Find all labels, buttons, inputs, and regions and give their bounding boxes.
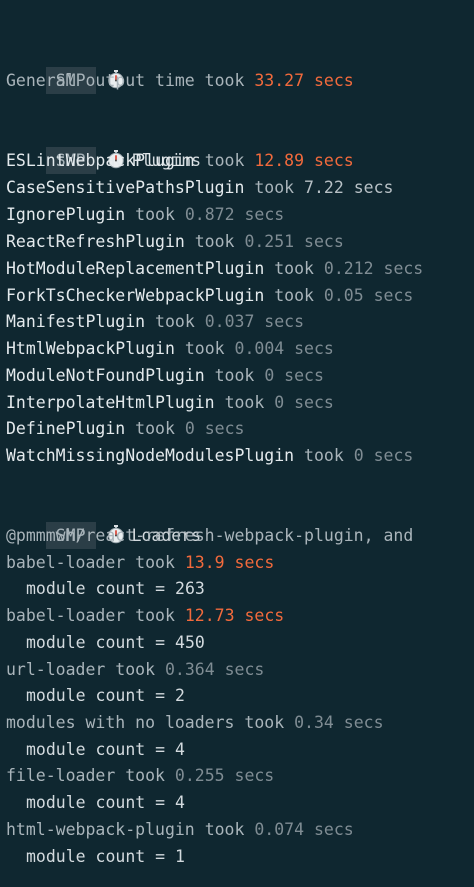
plugin-name: DefinePlugin bbox=[6, 419, 126, 438]
plugin-name: HotModuleReplacementPlugin bbox=[6, 259, 265, 278]
took-label: took bbox=[274, 286, 314, 305]
loader-row: babel-loader took 12.73 secs bbox=[6, 602, 284, 629]
module-count: module count = 263 bbox=[26, 575, 205, 602]
took-label: took bbox=[125, 766, 165, 785]
plugin-row: ManifestPlugin took 0.037 secs bbox=[6, 308, 304, 335]
took-label: took bbox=[194, 232, 235, 251]
plugin-time: 0.872 secs bbox=[184, 205, 285, 224]
loaders-preface: @pmmmwh/react-refresh-webpack-plugin, an… bbox=[6, 522, 413, 549]
module-count: module count = 4 bbox=[26, 789, 185, 816]
general-output-label: General output time took bbox=[6, 71, 245, 90]
loader-row: modules with no loaders took 0.34 secs bbox=[6, 709, 384, 736]
plugin-time: 7.22 secs bbox=[304, 178, 394, 197]
loaders-header: SMP Loaders bbox=[6, 495, 201, 549]
plugin-name: InterpolateHtmlPlugin bbox=[6, 393, 215, 412]
terminal-output: SMP General output time took 33.27 secs … bbox=[0, 0, 474, 887]
took-label: took bbox=[135, 419, 175, 438]
loader-name: babel-loader bbox=[6, 553, 126, 572]
took-label: took bbox=[254, 178, 295, 197]
module-count: module count = 4 bbox=[26, 736, 185, 763]
loader-name: url-loader bbox=[6, 660, 106, 679]
plugin-time: 0 secs bbox=[353, 446, 414, 465]
loader-time: 13.9 secs bbox=[184, 553, 275, 572]
loader-time: 0.255 secs bbox=[174, 766, 275, 785]
loader-time: 12.73 secs bbox=[184, 606, 285, 625]
module-count: module count = 450 bbox=[26, 629, 205, 656]
plugin-time: 0.05 secs bbox=[323, 286, 414, 305]
module-count: module count = 1 bbox=[26, 843, 185, 870]
plugin-row: ReactRefreshPlugin took 0.251 secs bbox=[6, 228, 344, 255]
loader-row: babel-loader took 13.9 secs bbox=[6, 549, 274, 576]
general-header: SMP bbox=[6, 40, 132, 94]
loader-name: html-webpack-plugin bbox=[6, 820, 195, 839]
took-label: took bbox=[135, 606, 175, 625]
plugin-time: 0 secs bbox=[264, 366, 324, 385]
plugin-name: ForkTsCheckerWebpackPlugin bbox=[6, 286, 265, 305]
loader-time: 0.364 secs bbox=[164, 660, 265, 679]
plugins-header: SMP Plugins bbox=[6, 120, 201, 174]
took-label: took bbox=[304, 446, 344, 465]
module-count-text: module count = 450 bbox=[26, 633, 205, 652]
plugin-name: HtmlWebpackPlugin bbox=[6, 339, 175, 358]
module-count: module count = 2 bbox=[26, 682, 185, 709]
general-output-time: 33.27 secs bbox=[254, 71, 354, 90]
plugin-name: ModuleNotFoundPlugin bbox=[6, 366, 205, 385]
took-label: took bbox=[224, 393, 265, 412]
plugin-time: 0.251 secs bbox=[244, 232, 344, 251]
took-label: took bbox=[214, 366, 255, 385]
general-output-line: General output time took 33.27 secs bbox=[6, 67, 354, 94]
loader-row: file-loader took 0.255 secs bbox=[6, 762, 274, 789]
loaders-preface-text: @pmmmwh/react-refresh-webpack-plugin, an… bbox=[6, 526, 414, 545]
plugin-name: ManifestPlugin bbox=[6, 312, 146, 331]
took-label: took bbox=[244, 713, 285, 732]
plugin-row: IgnorePlugin took 0.872 secs bbox=[6, 201, 284, 228]
took-label: took bbox=[155, 312, 195, 331]
plugin-time: 12.89 secs bbox=[254, 151, 354, 170]
plugin-row: DefinePlugin took 0 secs bbox=[6, 415, 244, 442]
loader-row: url-loader took 0.364 secs bbox=[6, 656, 264, 683]
took-label: took bbox=[204, 151, 245, 170]
loader-name: modules with no loaders bbox=[6, 713, 235, 732]
module-count-text: module count = 1 bbox=[26, 847, 185, 866]
loader-row: html-webpack-plugin took 0.074 secs bbox=[6, 816, 354, 843]
took-label: took bbox=[204, 820, 245, 839]
plugin-name: CaseSensitivePathsPlugin bbox=[6, 178, 245, 197]
plugin-row: ESLintWebpackPlugin took 12.89 secs bbox=[6, 147, 354, 174]
module-count-text: module count = 2 bbox=[26, 686, 185, 705]
took-label: took bbox=[135, 205, 175, 224]
plugin-time: 0.004 secs bbox=[234, 339, 334, 358]
loader-name: file-loader bbox=[6, 766, 116, 785]
plugin-time: 0.037 secs bbox=[204, 312, 305, 331]
plugin-time: 0 secs bbox=[184, 419, 245, 438]
took-label: took bbox=[274, 259, 314, 278]
module-count-text: module count = 4 bbox=[26, 793, 185, 812]
plugin-row: CaseSensitivePathsPlugin took 7.22 secs bbox=[6, 174, 393, 201]
plugin-name: ESLintWebpackPlugin bbox=[6, 151, 195, 170]
plugin-name: ReactRefreshPlugin bbox=[6, 232, 185, 251]
took-label: took bbox=[135, 553, 175, 572]
took-label: took bbox=[184, 339, 225, 358]
plugin-name: WatchMissingNodeModulesPlugin bbox=[6, 446, 295, 465]
plugin-name: IgnorePlugin bbox=[6, 205, 126, 224]
loader-time: 0.34 secs bbox=[294, 713, 384, 732]
plugin-row: ModuleNotFoundPlugin took 0 secs bbox=[6, 362, 324, 389]
plugin-row: HotModuleReplacementPlugin took 0.212 se… bbox=[6, 255, 423, 282]
plugin-row: ForkTsCheckerWebpackPlugin took 0.05 sec… bbox=[6, 282, 413, 309]
plugin-time: 0.212 secs bbox=[323, 259, 424, 278]
loader-time: 0.074 secs bbox=[254, 820, 354, 839]
took-label: took bbox=[115, 660, 156, 679]
module-count-text: module count = 4 bbox=[26, 740, 185, 759]
plugin-row: HtmlWebpackPlugin took 0.004 secs bbox=[6, 335, 334, 362]
plugin-time: 0 secs bbox=[274, 393, 334, 412]
loader-name: babel-loader bbox=[6, 606, 126, 625]
plugin-row: InterpolateHtmlPlugin took 0 secs bbox=[6, 389, 334, 416]
plugin-row: WatchMissingNodeModulesPlugin took 0 sec… bbox=[6, 442, 413, 469]
module-count-text: module count = 263 bbox=[26, 579, 205, 598]
